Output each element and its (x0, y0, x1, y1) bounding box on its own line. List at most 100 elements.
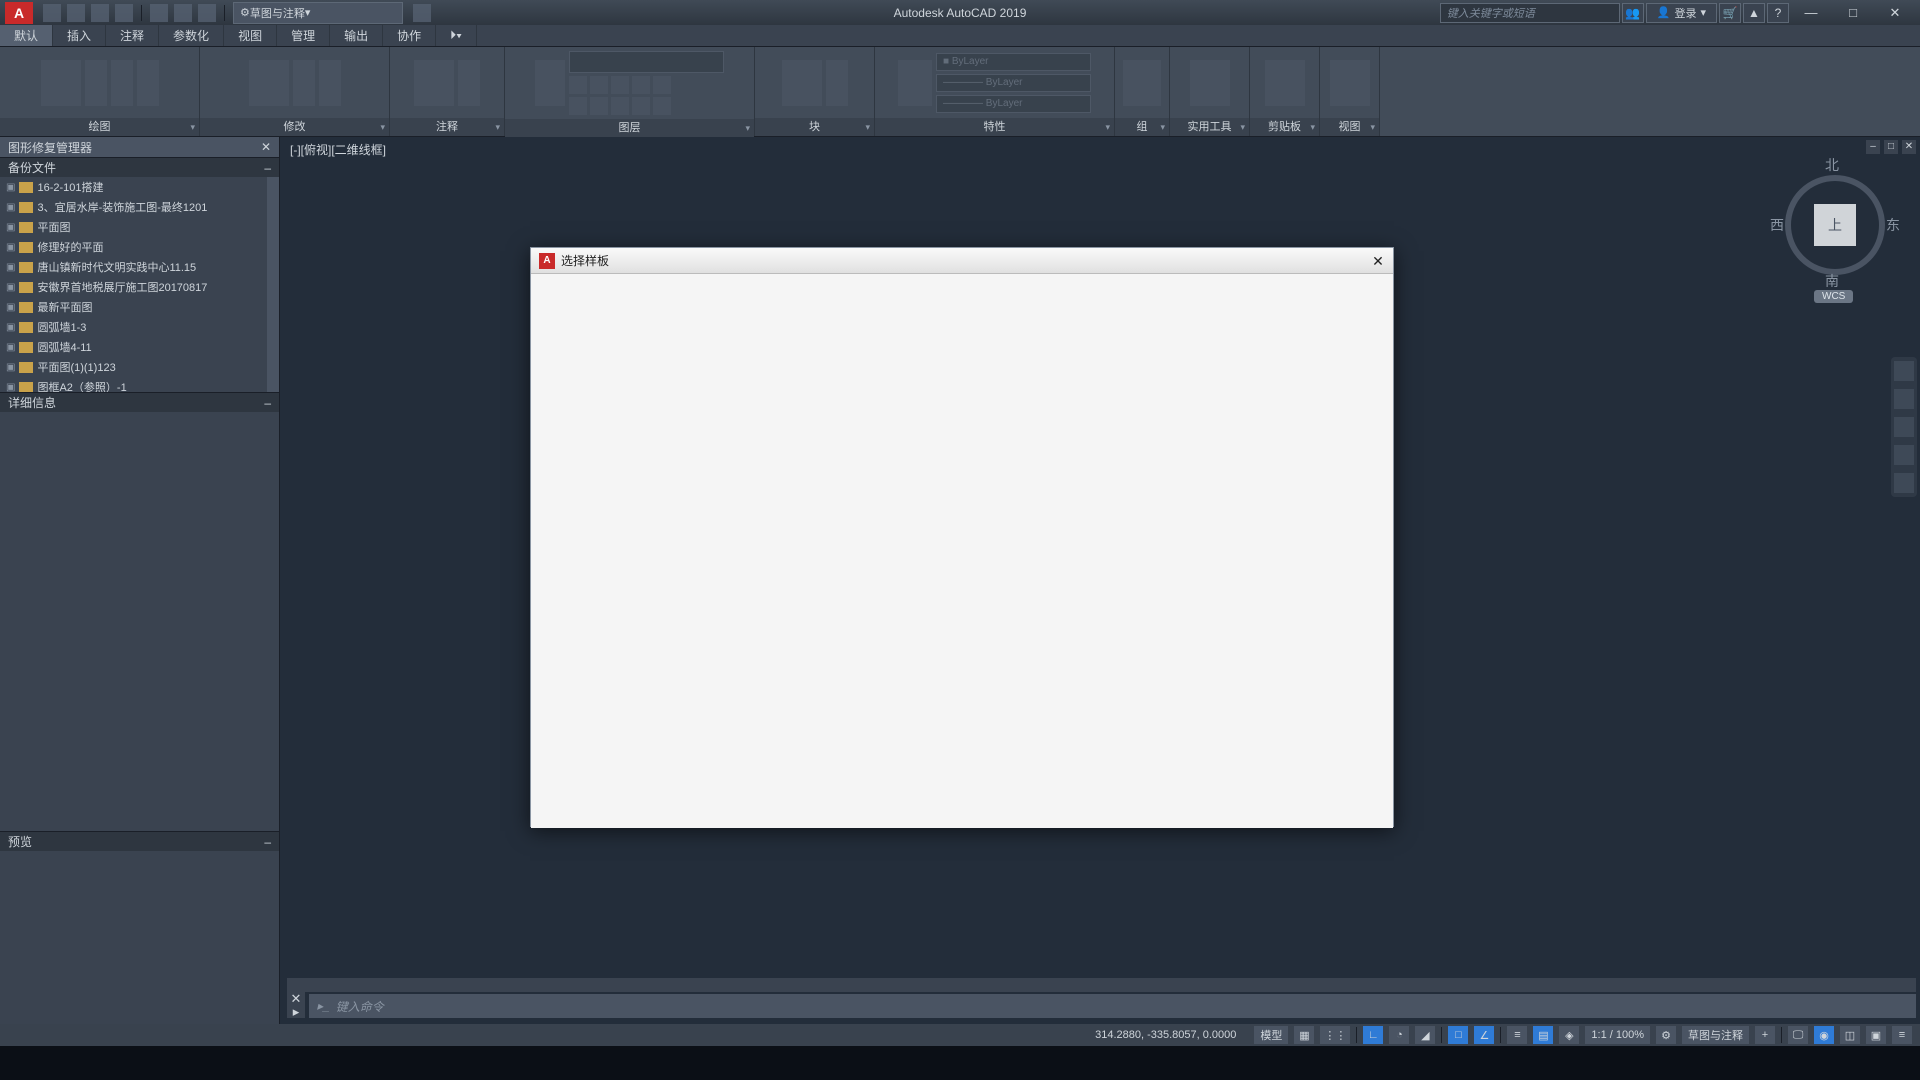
sb-snapmode-icon[interactable]: ⋮⋮ (1320, 1026, 1350, 1044)
app-logo[interactable]: A (5, 2, 33, 24)
orbit-icon[interactable] (1894, 445, 1914, 465)
sb-customize-icon[interactable]: ≡ (1892, 1026, 1912, 1044)
tab-参数化[interactable]: 参数化 (159, 25, 224, 46)
exchange-icon[interactable]: 🛒 (1719, 3, 1741, 23)
sb-isolate-icon[interactable]: ◫ (1840, 1026, 1860, 1044)
qat-undo-icon[interactable] (174, 4, 192, 22)
layer-tool-icon[interactable] (569, 76, 587, 94)
dialog-titlebar[interactable]: A 选择样板 ✕ (531, 248, 1393, 274)
sb-gear-icon[interactable]: ⚙ (1656, 1026, 1676, 1044)
prop-dropdown[interactable]: ———— ByLayer (936, 74, 1091, 92)
sb-model-button[interactable]: 模型 (1254, 1026, 1288, 1044)
panel-label[interactable]: 特性 (875, 118, 1114, 136)
backup-file-item[interactable]: 安徽界首地税展厅施工图20170817 (0, 277, 279, 297)
prop-dropdown[interactable]: ■ ByLayer (936, 53, 1091, 71)
backup-file-item[interactable]: 图框A2（参照）-1 (0, 377, 279, 392)
layer-tool-icon[interactable] (611, 97, 629, 115)
sb-polar-icon[interactable]: ◔ (1389, 1026, 1409, 1044)
dialog-body[interactable] (531, 274, 1393, 828)
ribbon-tool-icon[interactable] (85, 60, 107, 106)
coordinates-readout[interactable]: 314.2880, -335.8057, 0.0000 (1095, 1029, 1236, 1041)
panel-label[interactable]: 注释 (390, 118, 504, 136)
tab-输出[interactable]: 输出 (330, 25, 383, 46)
backup-file-item[interactable]: 最新平面图 (0, 297, 279, 317)
close-button[interactable]: ✕ (1875, 3, 1915, 23)
ribbon-tool-icon[interactable] (458, 60, 480, 106)
backup-file-item[interactable]: 唐山镇新时代文明实践中心11.15 (0, 257, 279, 277)
qat-redo-icon[interactable] (198, 4, 216, 22)
details-section-header[interactable]: 详细信息– (0, 392, 279, 412)
zoom-icon[interactable] (1894, 417, 1914, 437)
panel-label[interactable]: 块 (755, 118, 874, 136)
viewport-label[interactable]: [-][俯视][二维线框] (290, 141, 386, 158)
layer-tool-icon[interactable] (632, 97, 650, 115)
command-line[interactable]: ✕▸ ▸_ 键入命令 (287, 978, 1916, 1018)
maximize-button[interactable]: □ (1833, 3, 1873, 23)
layer-tool-icon[interactable] (653, 76, 671, 94)
backup-file-item[interactable]: 16-2-101搭建 (0, 177, 279, 197)
preview-section-header[interactable]: 预览– (0, 831, 279, 851)
sb-grid-icon[interactable]: ▦ (1294, 1026, 1314, 1044)
panel-label[interactable]: 剪贴板 (1250, 118, 1319, 136)
pan-icon[interactable] (1894, 389, 1914, 409)
ribbon-tool-icon[interactable] (1123, 60, 1161, 106)
signin-button[interactable]: 👤 登录 ▾ (1646, 3, 1717, 23)
qat-workspace-dropdown[interactable]: ⚙ 草图与注释 ▾ (233, 2, 403, 24)
tab-默认[interactable]: 默认 (0, 25, 53, 46)
sb-annoscale-dropdown[interactable]: 1:1 / 100% (1585, 1026, 1650, 1044)
drawing-canvas[interactable]: [-][俯视][二维线框] – □ ✕ Y X 上 北 (280, 137, 1920, 1026)
showmotion-icon[interactable] (1894, 473, 1914, 493)
panel-label[interactable]: 视图 (1320, 118, 1379, 136)
os-taskbar[interactable] (0, 1046, 1920, 1080)
ribbon-tool-icon[interactable] (293, 60, 315, 106)
steering-wheel-icon[interactable] (1894, 361, 1914, 381)
ribbon-tool-icon[interactable] (414, 60, 454, 106)
layer-tool-icon[interactable] (653, 97, 671, 115)
layer-tool-icon[interactable] (632, 76, 650, 94)
viewport-max-icon[interactable]: □ (1884, 140, 1898, 154)
layer-tool-icon[interactable] (590, 76, 608, 94)
backup-file-tree[interactable]: 16-2-101搭建3、宜居水岸-装饰施工图-最终1201平面图修理好的平面唐山… (0, 177, 279, 392)
qat-new-icon[interactable] (43, 4, 61, 22)
backup-file-item[interactable]: 圆弧墙1-3 (0, 317, 279, 337)
sb-transparency-icon[interactable]: ▤ (1533, 1026, 1553, 1044)
backup-section-header[interactable]: 备份文件– (0, 157, 279, 177)
sb-workspace-dropdown[interactable]: 草图与注释 (1682, 1026, 1749, 1044)
cmdline-close-icon[interactable]: ✕▸ (287, 992, 305, 1018)
qat-open-icon[interactable] (67, 4, 85, 22)
ribbon-tool-icon[interactable] (782, 60, 822, 106)
layer-tool-icon[interactable] (611, 76, 629, 94)
sb-cycling-icon[interactable]: ◈ (1559, 1026, 1579, 1044)
layer-tool-icon[interactable] (569, 97, 587, 115)
layer-dropdown[interactable] (569, 51, 724, 73)
panel-label[interactable]: 绘图 (0, 118, 199, 136)
backup-file-item[interactable]: 平面图(1)(1)123 (0, 357, 279, 377)
qat-save-icon[interactable] (91, 4, 109, 22)
ribbon-tool-icon[interactable] (1330, 60, 1370, 106)
panel-label[interactable]: 实用工具 (1170, 118, 1249, 136)
backup-file-item[interactable]: 圆弧墙4-11 (0, 337, 279, 357)
panel-label[interactable]: 修改 (200, 118, 389, 136)
tab-视图[interactable]: 视图 (224, 25, 277, 46)
ribbon-tool-icon[interactable] (1265, 60, 1305, 106)
viewport-close-icon[interactable]: ✕ (1902, 140, 1916, 154)
sb-otrack-icon[interactable]: ∠ (1474, 1026, 1494, 1044)
wcs-badge[interactable]: WCS (1814, 290, 1853, 303)
viewcube-face[interactable]: 上 (1814, 204, 1856, 246)
backup-file-item[interactable]: 平面图 (0, 217, 279, 237)
panel-close-icon[interactable]: ✕ (261, 140, 271, 154)
sb-ortho-icon[interactable]: ∟ (1363, 1026, 1383, 1044)
sb-isodraft-icon[interactable]: ◢ (1415, 1026, 1435, 1044)
infocenter-icon[interactable]: 👥 (1622, 3, 1644, 23)
panel-label[interactable]: 组 (1115, 118, 1169, 136)
backup-file-item[interactable]: 3、宜居水岸-装饰施工图-最终1201 (0, 197, 279, 217)
dialog-close-button[interactable]: ✕ (1369, 252, 1387, 270)
view-cube[interactable]: 上 北 南 西 东 WCS (1780, 155, 1890, 285)
ribbon-tool-icon[interactable] (319, 60, 341, 106)
qat-share-icon[interactable] (413, 4, 431, 22)
ribbon-tool-icon[interactable] (137, 60, 159, 106)
sb-cleanscreen-icon[interactable]: ▣ (1866, 1026, 1886, 1044)
a360-icon[interactable]: ▲ (1743, 3, 1765, 23)
layer-tool-icon[interactable] (590, 97, 608, 115)
ribbon-tool-icon[interactable] (1190, 60, 1230, 106)
